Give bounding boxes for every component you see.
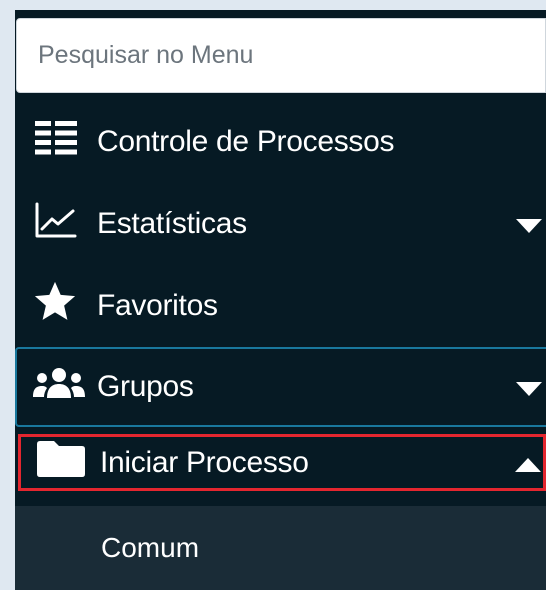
iniciar-processo-submenu: Comum bbox=[15, 506, 546, 590]
menu-item-grupos[interactable]: Grupos bbox=[15, 347, 546, 427]
menu-search-box[interactable] bbox=[16, 18, 546, 93]
star-icon bbox=[33, 281, 77, 331]
submenu-item-label: Comum bbox=[101, 532, 200, 563]
menu-item-controle-de-processos[interactable]: Controle de Processos bbox=[15, 106, 546, 178]
menu-item-iniciar-processo[interactable]: Iniciar Processo bbox=[18, 434, 546, 491]
sidebar-menu: Controle de Processos Estatísticas Favor… bbox=[15, 10, 546, 590]
users-icon bbox=[33, 367, 85, 407]
menu-item-label: Estatísticas bbox=[97, 207, 247, 240]
menu-item-estatisticas[interactable]: Estatísticas bbox=[15, 188, 546, 260]
submenu-item-comum[interactable]: Comum bbox=[15, 506, 546, 590]
caret-down-icon[interactable] bbox=[516, 370, 542, 404]
list-icon bbox=[35, 121, 77, 163]
menu-item-label: Favoritos bbox=[97, 289, 218, 322]
menu-item-label: Grupos bbox=[97, 370, 194, 403]
line-chart-icon bbox=[35, 202, 77, 246]
menu-item-label: Controle de Processos bbox=[97, 125, 395, 158]
caret-down-icon[interactable] bbox=[516, 207, 542, 241]
menu-item-label: Iniciar Processo bbox=[100, 445, 309, 479]
menu-search-input[interactable] bbox=[17, 19, 545, 92]
caret-up-icon[interactable] bbox=[515, 446, 541, 480]
folder-icon bbox=[37, 440, 85, 485]
menu-item-favoritos[interactable]: Favoritos bbox=[15, 270, 546, 342]
